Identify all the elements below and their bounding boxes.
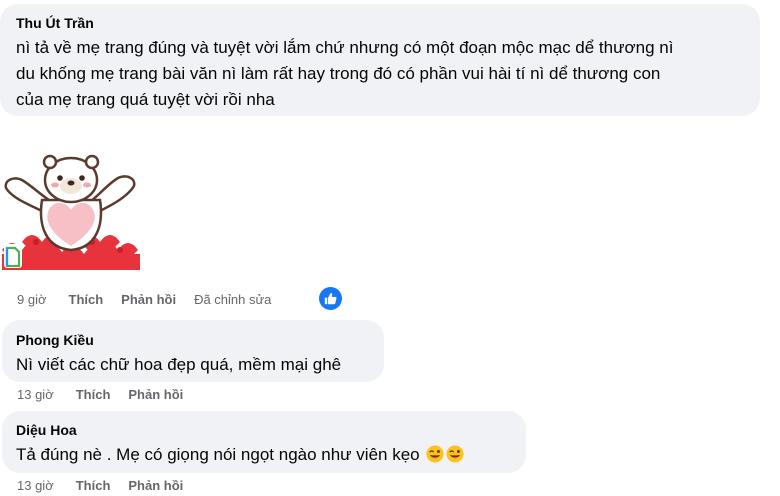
comment-text-line: du khống mẹ trang bài văn nì làm rất hay… <box>16 64 661 83</box>
comment-bubble: Thu Út Trần nì tả về mẹ trang đúng và tu… <box>0 4 760 116</box>
comment-actions: 9 giờ Thích Phản hồi Đã chỉnh sửa <box>17 292 271 308</box>
tongue-wink-emoji <box>446 445 464 463</box>
comment-time[interactable]: 9 giờ <box>17 292 47 308</box>
tongue-wink-emoji <box>426 445 444 463</box>
comment-time[interactable]: 13 giờ <box>17 478 54 494</box>
comment-text-line: nì tả về mẹ trang đúng và tuyệt vời lắm … <box>16 38 674 57</box>
comment-text-line: Nì viết các chữ hoa đẹp quá, mềm mại ghê <box>16 355 342 374</box>
comment-actions: 13 giờ Thích Phản hồi <box>17 387 201 403</box>
reply-button[interactable]: Phản hồi <box>128 387 183 403</box>
polar-bear-sticker <box>2 154 140 270</box>
like-thumb-icon[interactable] <box>319 287 342 310</box>
comment-text-line: Tả đúng nè . Mẹ có giọng nói ngọt ngào n… <box>16 442 512 468</box>
comment-bubble: Diệu Hoa Tả đúng nè . Mẹ có giọng nói ng… <box>2 411 526 473</box>
comment-author[interactable]: Diệu Hoa <box>16 421 512 439</box>
comment-bubble: Phong Kiều Nì viết các chữ hoa đẹp quá, … <box>2 320 384 382</box>
comment-text-line: của mẹ trang quá tuyệt vời rồi nha <box>16 90 275 109</box>
like-button[interactable]: Thích <box>76 387 111 403</box>
reply-button[interactable]: Phản hồi <box>128 478 183 494</box>
reply-button[interactable]: Phản hồi <box>121 292 176 308</box>
comment-text: Tả đúng nè . Mẹ có giọng nói ngọt ngào n… <box>16 445 420 464</box>
comment-actions: 13 giờ Thích Phản hồi <box>17 478 201 494</box>
like-button[interactable]: Thích <box>69 292 104 308</box>
comment-author[interactable]: Phong Kiều <box>16 331 370 349</box>
comment-author[interactable]: Thu Út Trần <box>16 14 744 32</box>
comment-time[interactable]: 13 giờ <box>17 387 54 403</box>
like-button[interactable]: Thích <box>76 478 111 494</box>
edited-label[interactable]: Đã chỉnh sửa <box>194 292 271 308</box>
